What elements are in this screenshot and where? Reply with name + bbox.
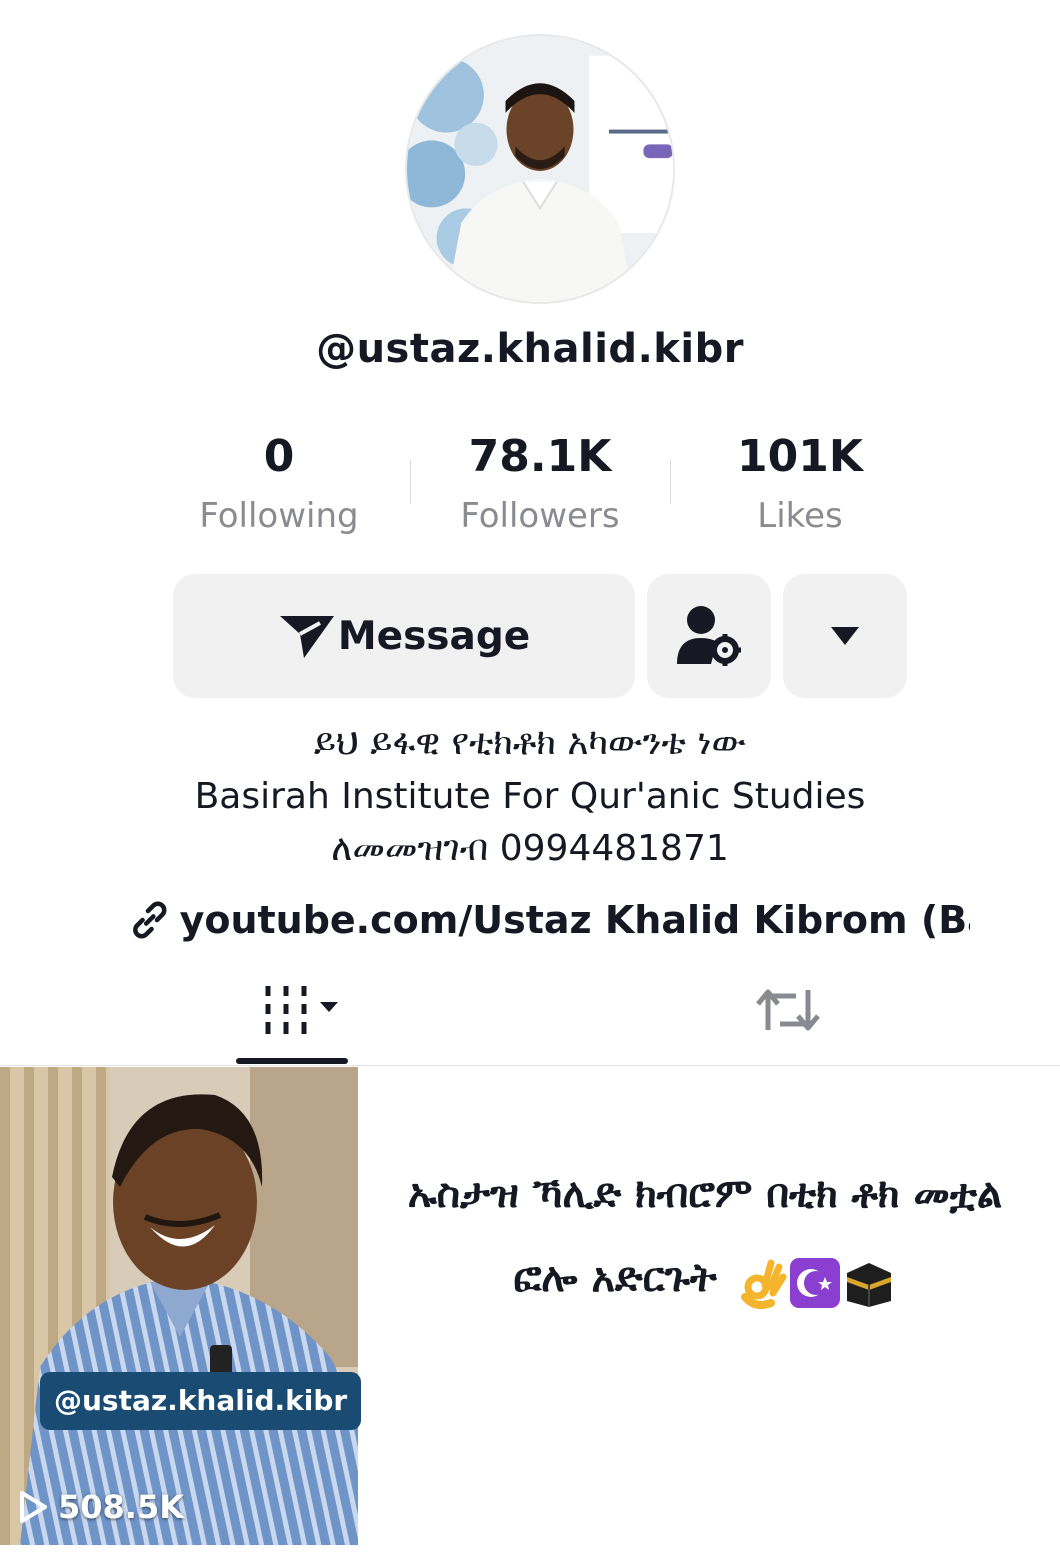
link-icon — [133, 901, 167, 939]
stat-likes-value: 101K — [737, 431, 863, 482]
grid-icon — [265, 986, 338, 1034]
stat-likes-label: Likes — [757, 496, 843, 536]
bio-line-1: ይህ ይፋዊ የቲክቶክ አካውንቴ ነው — [313, 722, 747, 763]
tab-videos[interactable] — [202, 975, 402, 1045]
bio-line-3: ለመመዝገብ 0994481871 — [331, 828, 729, 869]
stat-likes[interactable]: 101K Likes — [670, 428, 930, 536]
video-view-count-value: 508.5K — [58, 1488, 185, 1526]
stat-following[interactable]: 0 Following — [149, 428, 409, 536]
stat-followers-value: 78.1K — [468, 431, 612, 482]
ok-hand-emoji — [735, 1254, 787, 1309]
profile-link-text: youtube.com/Ustaz Khalid Kibrom (Bas... — [179, 898, 970, 942]
kaaba-emoji — [843, 1254, 895, 1307]
bio-line-2: Basirah Institute For Qur'anic Studies — [194, 776, 866, 817]
tab-divider — [0, 1065, 1060, 1066]
person-settings-button[interactable] — [647, 574, 771, 698]
caret-down-icon — [831, 627, 859, 645]
more-dropdown-button[interactable] — [783, 574, 907, 698]
chevron-down-icon — [320, 1002, 338, 1012]
message-button-label: Message — [337, 613, 531, 659]
stat-followers[interactable]: 78.1K Followers — [410, 428, 670, 536]
video-thumbnail-image — [0, 1067, 358, 1545]
profile-username: @ustaz.khalid.kibr — [316, 326, 744, 372]
person-settings-icon — [677, 606, 741, 666]
video-caption[interactable]: ኡስታዝ ኻሊድ ክብሮም በቲክ ቶክ መቷል ፎሎ አድርጉት — [375, 1152, 1035, 1320]
video-caption-text: ኡስታዝ ኻሊድ ክብሮም በቲክ ቶክ መቷል ፎሎ አድርጉት — [407, 1171, 1003, 1301]
profile-avatar[interactable] — [405, 34, 675, 304]
caption-emoji-row — [735, 1254, 897, 1309]
video-view-count: 508.5K — [18, 1488, 184, 1526]
avatar-photo — [407, 36, 673, 302]
active-tab-indicator — [236, 1058, 348, 1064]
message-button[interactable]: Message — [173, 574, 635, 698]
stat-following-label: Following — [199, 496, 359, 536]
star-crescent-emoji — [789, 1254, 841, 1308]
send-icon — [279, 616, 334, 658]
play-icon — [20, 1491, 47, 1523]
video-thumbnail[interactable] — [0, 1067, 358, 1545]
video-overlay-tag: @ustaz.khalid.kibr — [40, 1372, 362, 1430]
repost-icon — [756, 989, 820, 1031]
profile-link[interactable]: youtube.com/Ustaz Khalid Kibrom (Bas... — [130, 898, 970, 942]
stat-followers-label: Followers — [460, 496, 620, 536]
tab-reposts[interactable] — [688, 975, 888, 1045]
stat-following-value: 0 — [263, 431, 295, 482]
